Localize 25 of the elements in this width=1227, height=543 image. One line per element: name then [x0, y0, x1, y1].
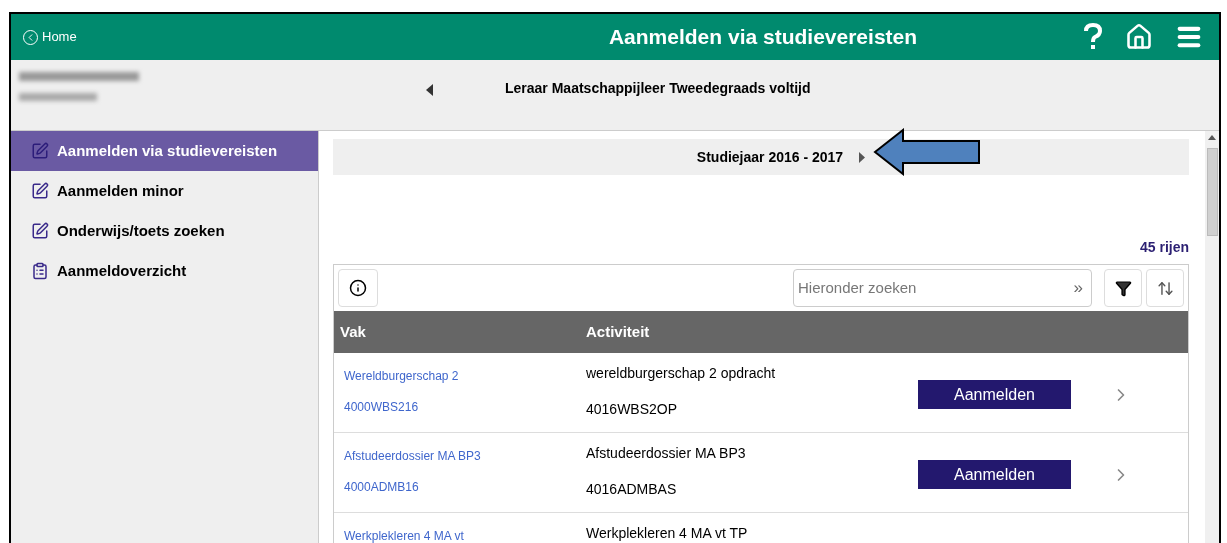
sidebar-item[interactable]: Onderwijs/toets zoeken: [11, 211, 318, 251]
search-submit[interactable]: »: [1073, 275, 1087, 301]
register-button[interactable]: Aanmelden: [918, 460, 1071, 489]
course-code-link[interactable]: 4000WBS216: [344, 398, 586, 416]
activity-name: Werkplekleren 4 MA vt TP: [586, 524, 749, 543]
home-back-link[interactable]: Home: [23, 27, 323, 47]
activity-code: 4016ADMBAS: [586, 480, 678, 499]
sidebar-item[interactable]: Aanmelden minor: [11, 171, 318, 211]
search-field[interactable]: Hieronder zoeken »: [793, 269, 1092, 307]
course-link[interactable]: Werkplekleren 4 MA vt: [344, 527, 586, 543]
program-title: Leraar Maatschappijleer Tweedegraads voltijd: [505, 79, 811, 98]
register-button[interactable]: Aanmelden: [918, 380, 1071, 409]
activity-name: Afstudeerdossier MA BP3: [586, 444, 747, 463]
sidebar-item[interactable]: Aanmelden via studievereisten: [11, 131, 318, 171]
year-label: Studiejaar 2016 - 2017: [696, 147, 844, 167]
course-code-link[interactable]: 4000ADMB16: [344, 478, 586, 496]
row-count: 45 rijen: [1139, 238, 1189, 257]
column-header: Vak: [339, 321, 367, 342]
sidebar-item[interactable]: Aanmeldoverzicht: [11, 251, 318, 291]
activity-name: wereldburgerschap 2 opdracht: [586, 364, 777, 383]
course-link[interactable]: Afstudeerdossier MA BP3: [344, 447, 586, 465]
column-header: Activiteit: [586, 321, 650, 342]
course-link[interactable]: Wereldburgerschap 2: [344, 367, 586, 385]
page-title: Aanmelden via studievereisten: [607, 24, 919, 51]
activity-code: 4016WBS2OP: [586, 400, 679, 419]
